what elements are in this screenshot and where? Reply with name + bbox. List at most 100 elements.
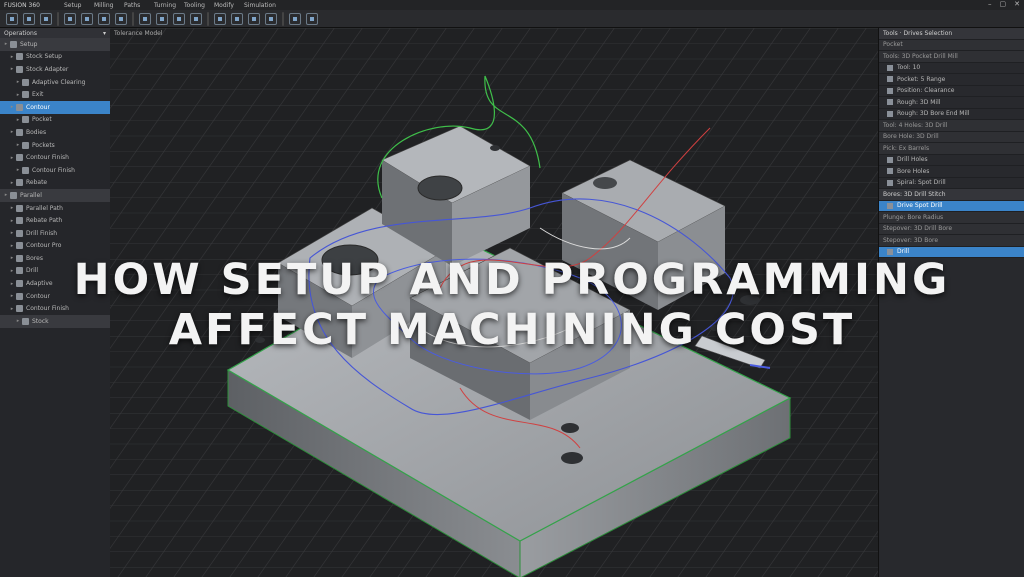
menu-item[interactable]: Simulation bbox=[244, 2, 276, 9]
adaptive-tool-icon[interactable] bbox=[64, 12, 76, 25]
tree-item[interactable]: ▸ Rebate bbox=[0, 177, 110, 190]
close-icon[interactable]: ✕ bbox=[1014, 0, 1020, 8]
property-row[interactable]: Rough: 3D Bore End Mill bbox=[879, 109, 1024, 120]
chamfer-tool-icon[interactable] bbox=[190, 12, 202, 25]
expand-arrow-icon[interactable]: ▸ bbox=[8, 155, 16, 161]
post-process-tool-icon[interactable] bbox=[231, 12, 243, 25]
property-row[interactable]: Bores: 3D Drill Stitch bbox=[879, 189, 1024, 201]
tree-item[interactable]: ▸ Adaptive Clearing bbox=[0, 76, 110, 89]
menu-item[interactable]: Tooling bbox=[184, 2, 214, 9]
expand-arrow-icon[interactable]: ▸ bbox=[2, 41, 10, 47]
drill-hole bbox=[490, 145, 500, 151]
property-row[interactable]: Rough: 3D Mill bbox=[879, 97, 1024, 109]
expand-arrow-icon[interactable]: ▸ bbox=[8, 230, 16, 236]
menu-item[interactable]: Paths bbox=[124, 2, 154, 9]
menu-item[interactable]: Turning bbox=[154, 2, 184, 9]
tree-item[interactable]: ▸ Exit bbox=[0, 88, 110, 101]
tree-item[interactable]: ▸ Pockets bbox=[0, 139, 110, 152]
operation-icon bbox=[22, 78, 29, 86]
inspect-tool-icon[interactable] bbox=[248, 12, 260, 25]
stock-tool-icon[interactable] bbox=[23, 12, 35, 25]
select-tool-icon[interactable] bbox=[289, 12, 301, 25]
property-label: Plunge: Bore Radius bbox=[883, 213, 944, 221]
thread-tool-icon[interactable] bbox=[173, 12, 185, 25]
tree-item[interactable]: ▸ Parallel bbox=[0, 189, 110, 202]
property-row[interactable]: Spiral: Spot Drill bbox=[879, 178, 1024, 189]
property-row[interactable]: Position: Clearance bbox=[879, 86, 1024, 97]
operation-icon bbox=[10, 40, 17, 48]
tool-icon bbox=[887, 202, 893, 209]
tree-item[interactable]: ▸ Pocket bbox=[0, 114, 110, 127]
minimize-icon[interactable]: – bbox=[988, 0, 992, 8]
drill-tool-icon[interactable] bbox=[139, 12, 151, 25]
operation-icon bbox=[22, 116, 29, 124]
property-label: Rough: 3D Bore End Mill bbox=[897, 110, 970, 118]
expand-arrow-icon[interactable]: ▸ bbox=[14, 92, 22, 98]
tool-icon bbox=[887, 179, 893, 186]
tree-item[interactable]: ▸ Contour Pro bbox=[0, 240, 110, 253]
tree-item-label: Exit bbox=[32, 91, 44, 99]
view-tool-icon[interactable] bbox=[306, 12, 318, 25]
maximize-icon[interactable]: ▢ bbox=[1000, 0, 1007, 8]
tool-icon bbox=[887, 76, 893, 83]
property-row[interactable]: Stepover: 3D Drill Bore bbox=[879, 223, 1024, 235]
expand-arrow-icon[interactable]: ▸ bbox=[14, 142, 22, 148]
tree-item[interactable]: ▸ Bodies bbox=[0, 126, 110, 139]
property-row[interactable]: Pick: Ex Barrels bbox=[879, 143, 1024, 155]
drill-hole bbox=[561, 423, 579, 433]
simulate-tool-icon[interactable] bbox=[214, 12, 226, 25]
property-row[interactable]: Bore Hole: 3D Drill bbox=[879, 131, 1024, 143]
bore-tool-icon[interactable] bbox=[156, 12, 168, 25]
property-label: Stepover: 3D Drill Bore bbox=[883, 225, 953, 233]
property-row[interactable]: Tool: 10 bbox=[879, 63, 1024, 74]
tree-item-label: Contour Finish bbox=[32, 166, 75, 174]
expand-arrow-icon[interactable]: ▸ bbox=[2, 192, 10, 198]
expand-arrow-icon[interactable]: ▸ bbox=[8, 66, 16, 72]
property-row[interactable]: Drill Holes bbox=[879, 155, 1024, 166]
facing-tool-icon[interactable] bbox=[115, 12, 127, 25]
operation-icon bbox=[16, 154, 23, 162]
tree-item[interactable]: ▸ Setup bbox=[0, 38, 110, 51]
menu-item[interactable]: Modify bbox=[214, 2, 244, 9]
expand-arrow-icon[interactable]: ▸ bbox=[8, 104, 16, 110]
tool-icon bbox=[887, 87, 893, 94]
tree-item[interactable]: ▸ Contour Finish bbox=[0, 164, 110, 177]
expand-arrow-icon[interactable]: ▸ bbox=[14, 167, 22, 173]
expand-arrow-icon[interactable]: ▸ bbox=[8, 218, 16, 224]
property-row[interactable]: Tools: 3D Pocket Drill Mill bbox=[879, 51, 1024, 63]
contour-tool-icon[interactable] bbox=[98, 12, 110, 25]
fixture-tool-icon[interactable] bbox=[40, 12, 52, 25]
tree-item-label: Parallel Path bbox=[26, 204, 63, 212]
menu-item[interactable]: Milling bbox=[94, 2, 124, 9]
tree-item[interactable]: ▸ Stock Setup bbox=[0, 51, 110, 64]
bore-hole bbox=[593, 177, 617, 189]
tree-item[interactable]: ▸ Parallel Path bbox=[0, 202, 110, 215]
expand-arrow-icon[interactable]: ▸ bbox=[8, 180, 16, 186]
setup-tool-icon[interactable] bbox=[6, 12, 18, 25]
property-label: Position: Clearance bbox=[897, 87, 955, 95]
expand-arrow-icon[interactable]: ▸ bbox=[8, 205, 16, 211]
property-row[interactable]: Pocket bbox=[879, 39, 1024, 51]
menu-item[interactable]: Setup bbox=[64, 2, 94, 9]
toolbar bbox=[0, 10, 1024, 28]
property-row[interactable]: Tool: 4 Holes: 3D Drill bbox=[879, 120, 1024, 132]
expand-arrow-icon[interactable]: ▸ bbox=[14, 117, 22, 123]
expand-arrow-icon[interactable]: ▸ bbox=[14, 79, 22, 85]
property-row[interactable]: Pocket: 5 Range bbox=[879, 74, 1024, 86]
pocket-tool-icon[interactable] bbox=[81, 12, 93, 25]
property-row[interactable]: Bore Holes bbox=[879, 166, 1024, 178]
tree-item[interactable]: ▸ Drill Finish bbox=[0, 227, 110, 240]
property-row[interactable]: Plunge: Bore Radius bbox=[879, 212, 1024, 224]
tree-item[interactable]: ▸ Contour bbox=[0, 100, 110, 114]
tree-item[interactable]: ▸ Rebate Path bbox=[0, 214, 110, 227]
expand-arrow-icon[interactable]: ▸ bbox=[8, 243, 16, 249]
expand-arrow-icon[interactable]: ▸ bbox=[8, 54, 16, 60]
measure-tool-icon[interactable] bbox=[265, 12, 277, 25]
tree-item[interactable]: ▸ Contour Finish bbox=[0, 151, 110, 164]
bore-hole bbox=[417, 175, 463, 201]
expand-arrow-icon[interactable]: ▸ bbox=[8, 129, 16, 135]
property-row[interactable]: Drive Spot Drill bbox=[879, 200, 1024, 212]
tree-item[interactable]: ▸ Stock Adapter bbox=[0, 63, 110, 76]
property-row[interactable]: Stepover: 3D Bore bbox=[879, 235, 1024, 247]
collapse-icon[interactable]: ▾ bbox=[103, 30, 106, 37]
